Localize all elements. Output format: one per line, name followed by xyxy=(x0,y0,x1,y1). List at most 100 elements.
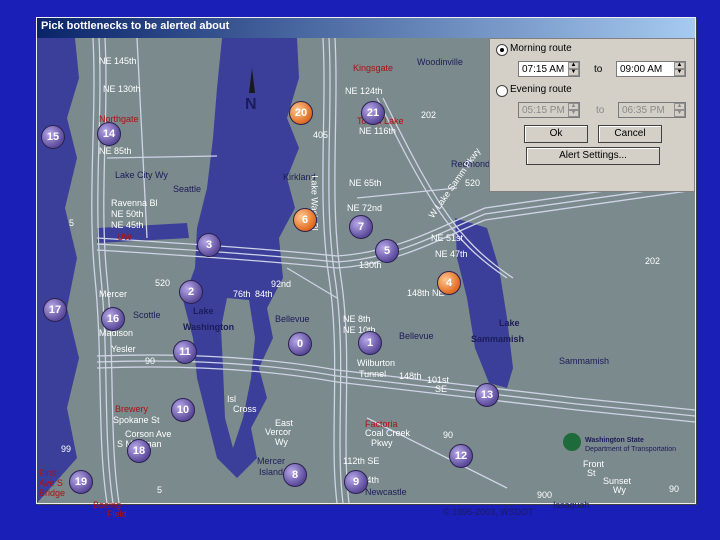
window-title: Pick bottlenecks to be alerted about xyxy=(41,20,230,32)
label-se112: 112th SE xyxy=(343,456,380,466)
spin-up-icon[interactable]: ▲ xyxy=(568,62,579,69)
label-sr522: 202 xyxy=(645,256,661,266)
route-settings-panel: Morning route 07:15 AM ▲ ▼ to 09:00 AM ▲… xyxy=(489,38,695,192)
label-yesler: Yesler xyxy=(111,344,136,354)
bottleneck-21[interactable]: 21 xyxy=(361,101,385,125)
spin-down-icon[interactable]: ▼ xyxy=(568,69,579,76)
label-isl-2: Cross xyxy=(233,404,257,414)
label-newcastle: Newcastle xyxy=(365,487,407,497)
label-i5-north: 5 xyxy=(69,218,75,228)
spin-down-icon[interactable]: ▼ xyxy=(674,69,685,76)
bottleneck-1[interactable]: 1 xyxy=(358,331,382,355)
bottleneck-11[interactable]: 11 xyxy=(173,340,197,364)
label-coal-2: Pkwy xyxy=(371,438,393,448)
label-ne8: NE 8th xyxy=(343,314,371,324)
spin-up-icon[interactable]: ▲ xyxy=(674,62,685,69)
morning-route-radio[interactable] xyxy=(496,44,508,56)
bottleneck-10[interactable]: 10 xyxy=(171,398,195,422)
bottleneck-13[interactable]: 13 xyxy=(475,383,499,407)
label-corson-1: Corson Ave xyxy=(125,429,172,439)
bottleneck-9[interactable]: 9 xyxy=(344,470,368,494)
window-titlebar: Pick bottlenecks to be alerted about xyxy=(37,18,695,38)
label-coal-1: Coal Creek xyxy=(365,428,411,438)
label-east-3: Wy xyxy=(275,437,288,447)
label-kingsgate: Kingsgate xyxy=(353,63,394,73)
label-ne47: NE 47th xyxy=(435,249,468,259)
label-ne50: NE 50th xyxy=(111,209,144,219)
label-ne45: NE 45th xyxy=(111,220,144,230)
alert-window: Pick bottlenecks to be alerted about NE … xyxy=(36,17,696,519)
label-brewery: Brewery xyxy=(115,404,149,414)
wsdot-logo-line1: Washington State xyxy=(585,437,644,444)
label-sr520: 520 xyxy=(465,178,481,188)
evening-route-radio[interactable] xyxy=(496,85,508,97)
evening-to-input[interactable]: 06:35 PM ▲ ▼ xyxy=(618,102,686,118)
bottleneck-18[interactable]: 18 xyxy=(127,439,151,463)
label-bellevue2: Bellevue xyxy=(399,331,434,341)
wsdot-logo-line2: Department of Transportation xyxy=(585,446,677,453)
bottleneck-20[interactable]: 20 xyxy=(289,101,313,125)
spin-down-icon[interactable]: ▼ xyxy=(674,110,685,117)
morning-to-label: to xyxy=(594,64,603,75)
cancel-button[interactable]: Cancel xyxy=(598,125,662,143)
label-east-2: Vercor xyxy=(265,427,292,437)
label-wilburton-2: Tunnel xyxy=(359,369,387,379)
morning-from-input[interactable]: 07:15 AM ▲ ▼ xyxy=(518,61,580,77)
evening-from-value: 05:15 PM xyxy=(522,105,565,116)
label-mercer: Mercer xyxy=(99,289,128,299)
evening-to-value: 06:35 PM xyxy=(622,105,665,116)
bottleneck-4[interactable]: 4 xyxy=(437,271,461,295)
ok-button[interactable]: Ok xyxy=(524,125,588,143)
label-ne51: NE 51st xyxy=(431,233,464,243)
label-woodinville: Woodinville xyxy=(417,57,463,67)
north-arrow-icon: N xyxy=(245,96,257,113)
bottleneck-7[interactable]: 7 xyxy=(349,215,373,239)
alert-settings-button[interactable]: Alert Settings... xyxy=(526,147,660,165)
label-ne85: NE 85th xyxy=(99,146,132,156)
morning-route-label: Morning route xyxy=(510,43,572,54)
bottleneck-3[interactable]: 3 xyxy=(197,233,221,257)
bottleneck-17[interactable]: 17 xyxy=(43,298,67,322)
label-island: Island xyxy=(259,467,284,477)
label-ne130: NE 130th xyxy=(103,84,141,94)
label-issaquah: Issaquah xyxy=(553,500,590,510)
bottleneck-12[interactable]: 12 xyxy=(449,444,473,468)
bottleneck-2[interactable]: 2 xyxy=(179,280,203,304)
label-sr520b: 520 xyxy=(155,278,171,288)
spin-up-icon[interactable]: ▲ xyxy=(568,103,579,110)
label-uw: UW xyxy=(117,232,132,242)
bottleneck-0[interactable]: 0 xyxy=(288,332,312,356)
label-sammamish-1: Lake xyxy=(499,318,520,328)
label-seattle: Seattle xyxy=(173,184,202,194)
bottleneck-15[interactable]: 15 xyxy=(41,125,65,149)
label-wilburton-1: Wilburton xyxy=(357,358,396,368)
label-i90-east: 90 xyxy=(669,484,680,494)
label-first-2: Ave S xyxy=(39,478,63,488)
bottleneck-14[interactable]: 14 xyxy=(97,122,121,146)
morning-to-input[interactable]: 09:00 AM ▲ ▼ xyxy=(616,61,686,77)
label-lake-wa-2: Washington xyxy=(183,322,235,332)
label-first-3: Bridge xyxy=(39,488,66,498)
evening-from-input[interactable]: 05:15 PM ▲ ▼ xyxy=(518,102,580,118)
bottleneck-5[interactable]: 5 xyxy=(375,239,399,263)
label-i90-mid: 90 xyxy=(443,430,454,440)
label-76th: 76th xyxy=(233,289,251,299)
map-copyright: © 1995-2003, WSDOT xyxy=(443,507,534,517)
spin-down-icon[interactable]: ▼ xyxy=(568,110,579,117)
label-mercer-2: Mercer xyxy=(257,456,286,466)
morning-from-value: 07:15 AM xyxy=(522,64,565,75)
bottleneck-16[interactable]: 16 xyxy=(101,307,125,331)
label-i5-south: 5 xyxy=(157,485,163,495)
label-scottle: Scottle xyxy=(133,310,161,320)
label-148th: 148th xyxy=(399,371,422,381)
label-wy: Wy xyxy=(613,485,626,495)
bottleneck-6[interactable]: 6 xyxy=(293,208,317,232)
label-spokane: Spokane St xyxy=(113,415,160,425)
label-sr99: 99 xyxy=(61,444,72,454)
bottleneck-8[interactable]: 8 xyxy=(283,463,307,487)
evening-to-label: to xyxy=(596,105,605,116)
label-bellevue: Bellevue xyxy=(275,314,310,324)
spin-up-icon[interactable]: ▲ xyxy=(674,103,685,110)
label-lake-wa-1: Lake xyxy=(193,306,214,316)
bottleneck-19[interactable]: 19 xyxy=(69,470,93,494)
